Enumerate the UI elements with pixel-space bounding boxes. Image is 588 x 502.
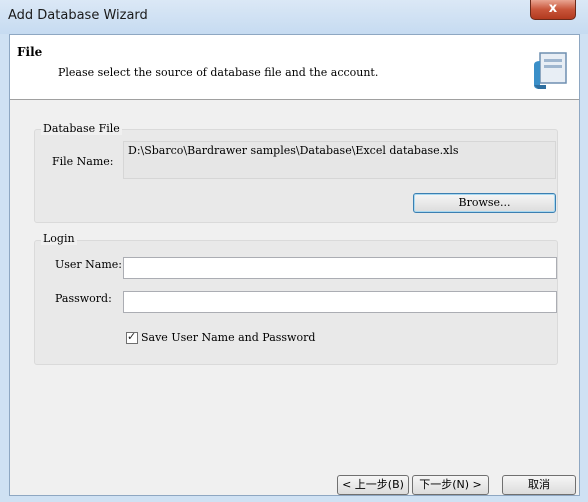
database-file-group-label: Database File — [41, 122, 122, 135]
close-icon: x — [548, 1, 558, 16]
title-bar[interactable]: Add Database Wizard x — [0, 0, 588, 34]
close-button[interactable]: x — [530, 0, 576, 20]
browse-button[interactable]: Browse... — [413, 193, 556, 213]
file-name-label: File Name: — [52, 155, 114, 168]
back-button[interactable]: < 上一步(B) — [337, 475, 409, 495]
wizard-window: Add Database Wizard x File Please select… — [0, 0, 588, 502]
password-input[interactable] — [123, 291, 557, 313]
save-credentials-label[interactable]: Save User Name and Password — [141, 331, 315, 344]
login-group-label: Login — [41, 232, 77, 245]
page-title: File — [17, 45, 43, 59]
page-subtitle: Please select the source of database fil… — [58, 66, 379, 79]
check-icon: ✓ — [127, 330, 137, 343]
file-path-field: D:\Sbarco\Bardrawer samples\Database\Exc… — [123, 141, 556, 179]
save-credentials-checkbox[interactable]: ✓ — [126, 330, 138, 344]
user-name-label: User Name: — [55, 258, 123, 271]
wizard-header: File Please select the source of databas… — [10, 35, 579, 100]
user-name-input[interactable] — [123, 257, 557, 279]
wizard-icon — [534, 52, 567, 89]
next-button[interactable]: 下一步(N) > — [412, 475, 489, 495]
password-label: Password: — [55, 292, 112, 305]
cancel-button[interactable]: 取消 — [502, 475, 576, 495]
window-title: Add Database Wizard — [8, 8, 148, 23]
wizard-client-area: File Please select the source of databas… — [9, 34, 580, 496]
